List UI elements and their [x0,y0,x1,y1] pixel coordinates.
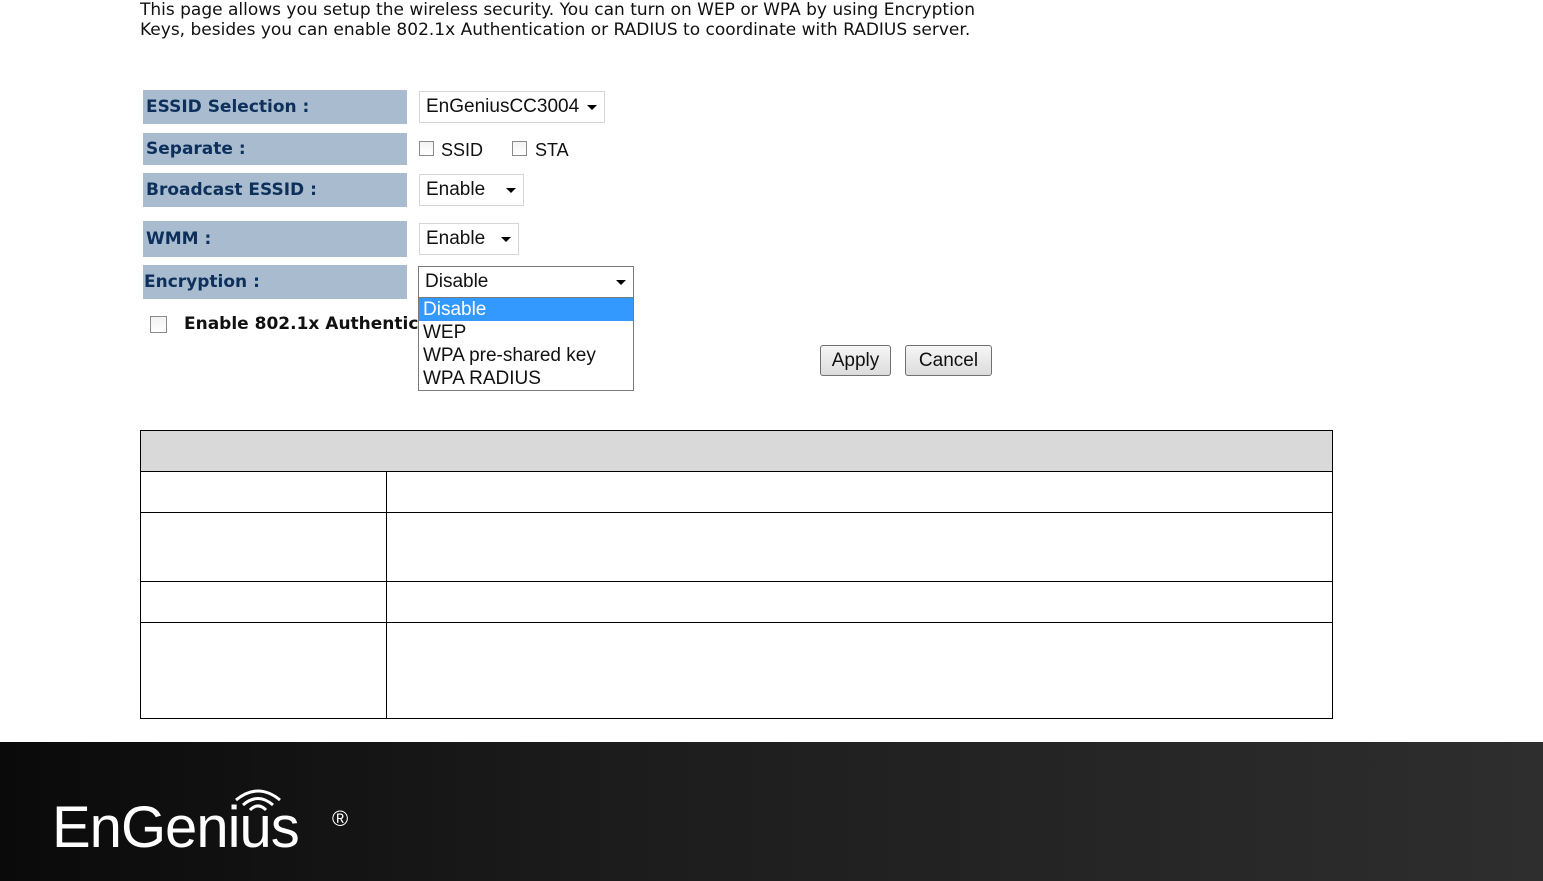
essid-select-value: EnGeniusCC3004 [426,96,580,117]
table-header-row [140,430,1333,472]
encryption-option-disable[interactable]: Disable [419,298,633,321]
separate-ssid-checkbox[interactable] [419,141,434,156]
encryption-label: Encryption : [143,265,407,299]
table-cell [140,581,387,623]
wmm-value: Enable [426,228,486,249]
encryption-value: Disable [425,271,489,292]
encryption-option-wpa-radius[interactable]: WPA RADIUS [419,367,633,390]
table-cell [386,581,1333,623]
table-row [140,581,1333,623]
separate-sta-label: STA [535,140,569,160]
broadcast-essid-select[interactable]: Enable [419,174,524,206]
engenius-logo: EnGenius [52,795,300,860]
encryption-dropdown-list: Disable WEP WPA pre-shared key WPA RADIU… [418,297,634,391]
description-table [140,430,1333,719]
registered-mark: ® [332,806,349,831]
essid-selection-label: ESSID Selection : [143,90,407,124]
table-cell [386,512,1333,582]
enable-8021x-label: Enable 802.1x Authentication [184,314,418,334]
essid-select[interactable]: EnGeniusCC3004 [419,91,605,123]
broadcast-essid-value: Enable [426,179,486,200]
table-row [140,512,1333,582]
encryption-option-wpa-psk[interactable]: WPA pre-shared key [419,344,633,367]
table-cell [140,471,387,513]
chevron-down-icon [506,188,516,193]
chevron-down-icon [616,280,626,285]
chevron-down-icon [587,105,597,110]
cancel-button[interactable]: Cancel [905,345,992,376]
encryption-option-wep[interactable]: WEP [419,321,633,344]
separate-sta-checkbox[interactable] [512,141,527,156]
broadcast-essid-label: Broadcast ESSID : [143,173,407,207]
table-row [140,622,1333,719]
table-cell [386,622,1333,719]
page: This page allows you setup the wireless … [0,0,1543,881]
enable-8021x-checkbox[interactable] [150,316,167,333]
table-cell [140,622,387,719]
wmm-select[interactable]: Enable [419,223,519,255]
encryption-select[interactable]: Disable [418,266,634,298]
wmm-label: WMM : [143,221,407,257]
table-header-cell [140,430,1333,472]
separate-label: Separate : [143,133,407,165]
separate-ssid-label: SSID [441,140,484,160]
page-description: This page allows you setup the wireless … [140,0,975,40]
table-cell [386,471,1333,513]
table-cell [140,512,387,582]
chevron-down-icon [501,237,511,242]
table-row [140,471,1333,513]
apply-button[interactable]: Apply [820,345,891,376]
